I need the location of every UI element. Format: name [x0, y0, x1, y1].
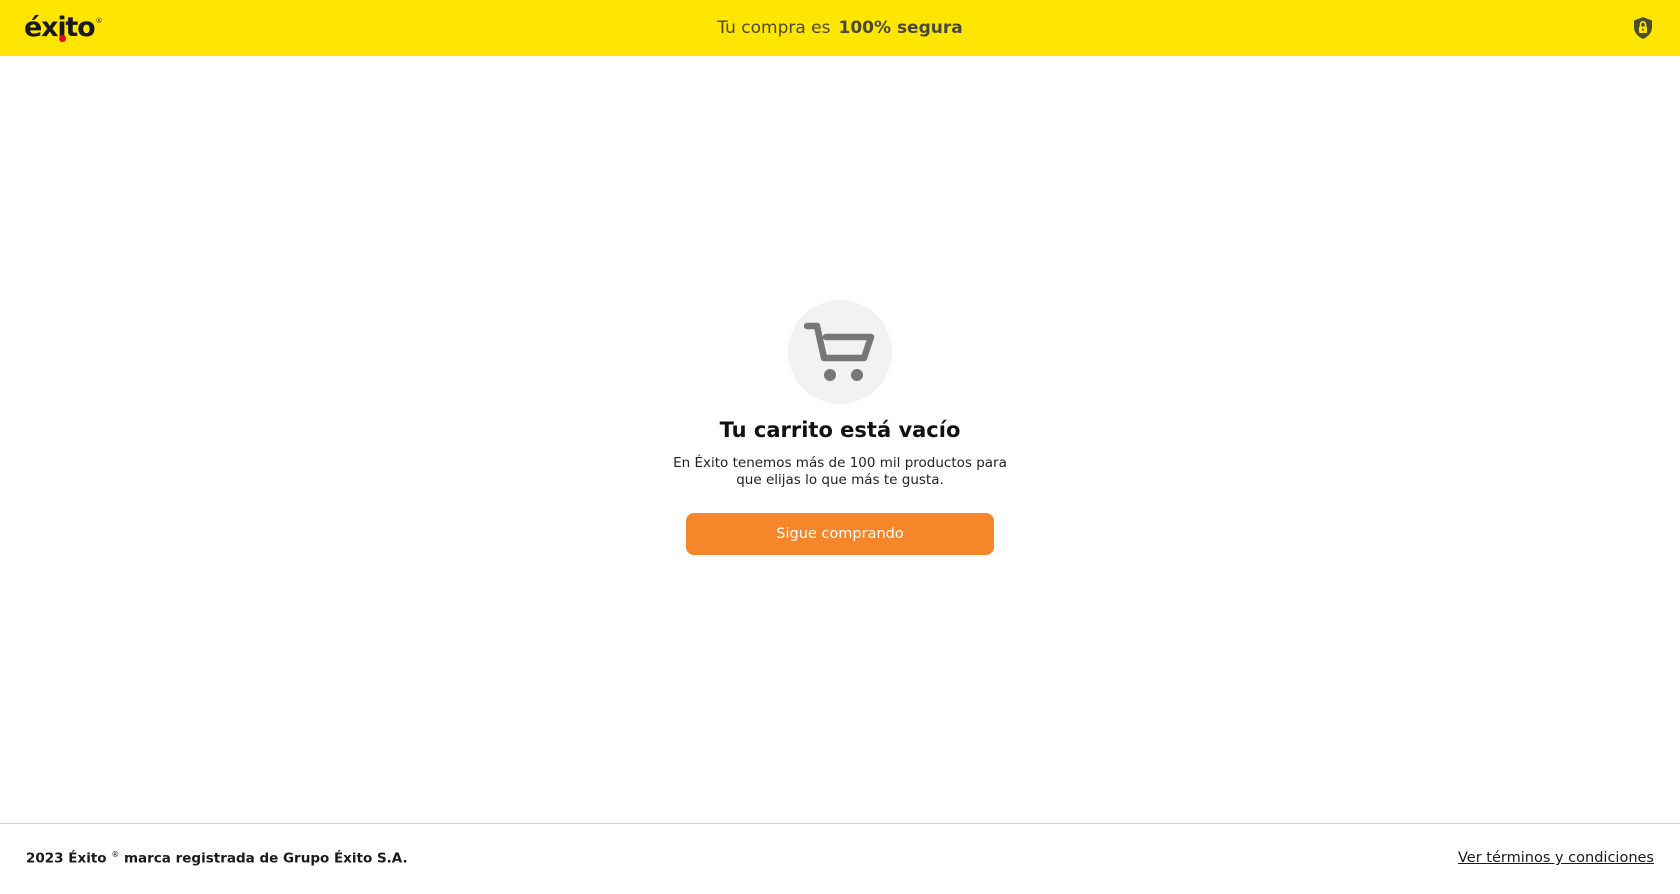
page: éxito ® Tu compra es 100% segura Tu carr… [0, 0, 1680, 894]
empty-cart-section: Tu carrito está vacío En Éxito tenemos m… [0, 300, 1680, 556]
copyright-registered-mark: ® [111, 850, 120, 859]
continue-shopping-button[interactable]: Sigue comprando [686, 513, 994, 556]
copyright-text: 2023 Éxito ® marca registrada de Grupo É… [26, 850, 408, 867]
page-footer: 2023 Éxito ® marca registrada de Grupo É… [0, 823, 1680, 894]
secure-message-highlight: 100% segura [838, 18, 963, 38]
copyright-suffix: marca registrada de Grupo Éxito S.A. [123, 850, 408, 867]
empty-cart-title: Tu carrito está vacío [719, 418, 961, 442]
secure-message-prefix: Tu compra es [717, 18, 831, 38]
top-header: éxito ® Tu compra es 100% segura [0, 0, 1680, 56]
cart-icon-circle [788, 300, 892, 404]
lock-shield-icon [1634, 17, 1652, 39]
empty-cart-subtitle: En Éxito tenemos más de 100 mil producto… [673, 455, 1007, 489]
secure-purchase-message: Tu compra es 100% segura [0, 0, 1680, 56]
copyright-prefix: 2023 Éxito [26, 850, 107, 867]
shopping-cart-icon [804, 322, 875, 381]
terms-and-conditions-link[interactable]: Ver términos y condiciones [1458, 850, 1654, 866]
